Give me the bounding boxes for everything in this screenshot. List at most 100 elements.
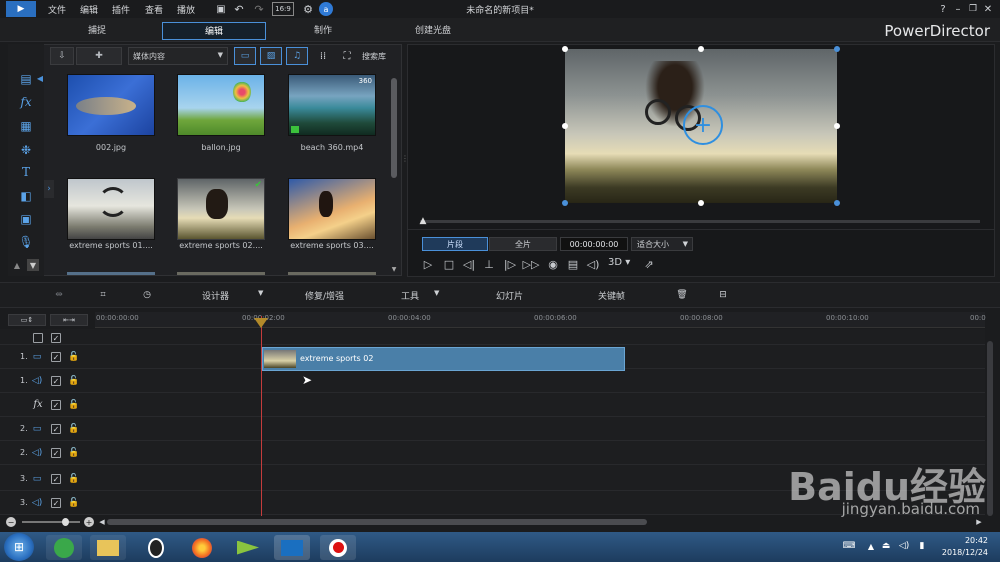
zoom-in-icon[interactable]: + xyxy=(84,517,94,527)
play-icon[interactable]: ▷ xyxy=(420,257,436,271)
designer-button[interactable]: 设计器 xyxy=(202,289,229,302)
expand-arrow-icon[interactable]: ◀ xyxy=(36,73,44,83)
subtitle-room-icon[interactable]: ▣ xyxy=(10,209,42,229)
select-all-checkbox[interactable] xyxy=(33,333,43,343)
track-enable-checkbox[interactable]: ✓ xyxy=(51,498,61,508)
fx-room-icon[interactable]: fx xyxy=(10,92,42,112)
enable-all-checkbox[interactable]: ✓ xyxy=(51,333,61,343)
image-filter-icon[interactable]: ▨ xyxy=(260,47,282,65)
volume-icon[interactable]: ◁) xyxy=(585,257,601,271)
chevron-down-icon[interactable]: ▼ xyxy=(258,289,263,297)
timecode-display[interactable]: 00:00:00:00 xyxy=(560,237,628,251)
full-movie-button[interactable]: 全片 xyxy=(489,237,557,251)
record-icon[interactable] xyxy=(320,535,356,560)
import-icon[interactable]: ⇩ xyxy=(50,47,74,65)
crosshair-icon[interactable]: + xyxy=(683,105,723,145)
next-frame-icon[interactable]: |▷ xyxy=(502,257,518,271)
trash-icon[interactable]: 🗑 xyxy=(674,288,690,302)
preview-frame[interactable]: + xyxy=(565,49,837,203)
lock-icon[interactable]: 🔓 xyxy=(68,375,79,387)
library-search[interactable]: 搜索库 xyxy=(362,51,386,62)
plugin-icon[interactable]: ✚ xyxy=(76,47,122,65)
zoom-slider[interactable] xyxy=(22,521,80,523)
firefox-icon[interactable] xyxy=(184,535,220,560)
storyboard-view-icon[interactable]: ⇤⇥ xyxy=(50,314,88,326)
tab-produce[interactable]: 制作 xyxy=(276,22,370,40)
scroll-left-icon[interactable]: ◀ xyxy=(98,517,106,527)
thumb-ballon[interactable] xyxy=(177,74,265,136)
fix-enhance-button[interactable]: 修复/增强 xyxy=(305,289,344,302)
folder-icon[interactable] xyxy=(90,535,126,560)
keyframe-button[interactable]: 关键帧 xyxy=(598,289,625,302)
resize-handle[interactable] xyxy=(834,200,840,206)
track-enable-checkbox[interactable]: ✓ xyxy=(51,352,61,362)
help-icon[interactable]: ? xyxy=(937,2,949,16)
timeline-hscrollbar[interactable] xyxy=(107,519,647,525)
pip-room-icon[interactable]: ▦ xyxy=(10,116,42,136)
undock-icon[interactable]: ⇗ xyxy=(641,257,657,271)
minimize-icon[interactable]: – xyxy=(952,2,964,16)
usb-icon[interactable]: ⏏ xyxy=(880,540,892,552)
library-scrollbar[interactable] xyxy=(391,78,397,178)
tab-edit[interactable]: 编辑 xyxy=(162,22,266,40)
zoom-slider-thumb[interactable] xyxy=(62,518,69,526)
thumb-extreme-sports-01[interactable] xyxy=(67,178,155,240)
resize-handle[interactable] xyxy=(698,200,704,206)
more-icon[interactable]: ⊟ xyxy=(715,288,731,302)
split-icon[interactable]: ⊥ xyxy=(481,257,497,271)
lock-icon[interactable]: 🔓 xyxy=(68,497,79,509)
seek-slider-icon[interactable]: ▲ xyxy=(418,216,428,226)
tab-capture[interactable]: 捕捉 xyxy=(50,22,144,40)
scroll-right-icon[interactable]: ▶ xyxy=(975,517,983,527)
resize-handle[interactable] xyxy=(834,123,840,129)
track-enable-checkbox[interactable]: ✓ xyxy=(51,376,61,386)
microphone-icon[interactable]: 🎙 xyxy=(10,232,42,252)
crop-icon[interactable]: ⌗ xyxy=(94,288,112,302)
previous-frame-icon[interactable]: ◁| xyxy=(461,257,477,271)
resize-handle[interactable] xyxy=(834,46,840,52)
slideshow-button[interactable]: 幻灯片 xyxy=(496,289,523,302)
thumb-extreme-sports-02[interactable]: ✔ xyxy=(177,178,265,240)
tab-create-disc[interactable]: 创建光盘 xyxy=(386,22,480,40)
qq-icon[interactable] xyxy=(138,535,174,560)
subtitle-icon[interactable]: ▤ xyxy=(565,257,581,271)
stop-icon[interactable]: □ xyxy=(441,257,457,271)
tray-arrow-icon[interactable]: ▲ xyxy=(866,540,876,552)
timeline-view-icon[interactable]: ▭⇕ xyxy=(8,314,46,326)
media-player-icon[interactable] xyxy=(230,535,266,560)
resize-handle[interactable] xyxy=(698,46,704,52)
lock-icon[interactable]: 🔓 xyxy=(68,473,79,485)
particle-room-icon[interactable]: ❉ xyxy=(10,140,42,160)
panel-splitter[interactable]: ⋮ xyxy=(401,152,409,164)
preview-seekbar[interactable] xyxy=(420,220,980,223)
timeline-vscrollbar[interactable] xyxy=(987,341,993,516)
taskbar-clock[interactable]: 20:42 2018/12/24 xyxy=(942,535,988,559)
lock-icon[interactable]: 🔓 xyxy=(68,399,79,411)
zoom-out-icon[interactable]: − xyxy=(6,517,16,527)
close-icon[interactable]: ✕ xyxy=(982,2,994,16)
audio-filter-icon[interactable]: ♫ xyxy=(286,47,308,65)
chevron-up-icon[interactable]: ▲ xyxy=(12,259,22,271)
network-icon[interactable]: ▮ xyxy=(916,540,928,552)
zoom-fit-dropdown[interactable]: 适合大小 ▼ xyxy=(631,237,693,251)
thumb-beach-360[interactable]: 360 xyxy=(288,74,376,136)
track-enable-checkbox[interactable]: ✓ xyxy=(51,400,61,410)
keyboard-icon[interactable]: ⌨ xyxy=(842,540,856,552)
collapse-panel-icon[interactable]: › xyxy=(44,180,54,198)
3d-mode-dropdown[interactable]: 3D ▾ xyxy=(608,257,630,268)
resize-handle[interactable] xyxy=(562,200,568,206)
powerdirector-taskbar-icon[interactable] xyxy=(274,535,310,560)
fullscreen-icon[interactable]: ⛶ xyxy=(340,49,354,63)
grid-view-icon[interactable]: ⁞⁞ xyxy=(316,49,330,63)
playhead-line[interactable] xyxy=(261,316,262,516)
snapshot-icon[interactable]: ◉ xyxy=(545,257,561,271)
restore-icon[interactable]: ❐ xyxy=(967,2,979,16)
chevron-down-icon[interactable]: ▼ xyxy=(434,289,439,297)
split-clip-icon[interactable]: ⇹ xyxy=(50,288,68,302)
track-enable-checkbox[interactable]: ✓ xyxy=(51,448,61,458)
lock-icon[interactable]: 🔓 xyxy=(68,351,79,363)
tools-button[interactable]: 工具 xyxy=(401,289,419,302)
lock-icon[interactable]: 🔓 xyxy=(68,447,79,459)
timer-icon[interactable]: ◷ xyxy=(138,288,156,302)
segment-mode-button[interactable]: 片段 xyxy=(422,237,488,251)
